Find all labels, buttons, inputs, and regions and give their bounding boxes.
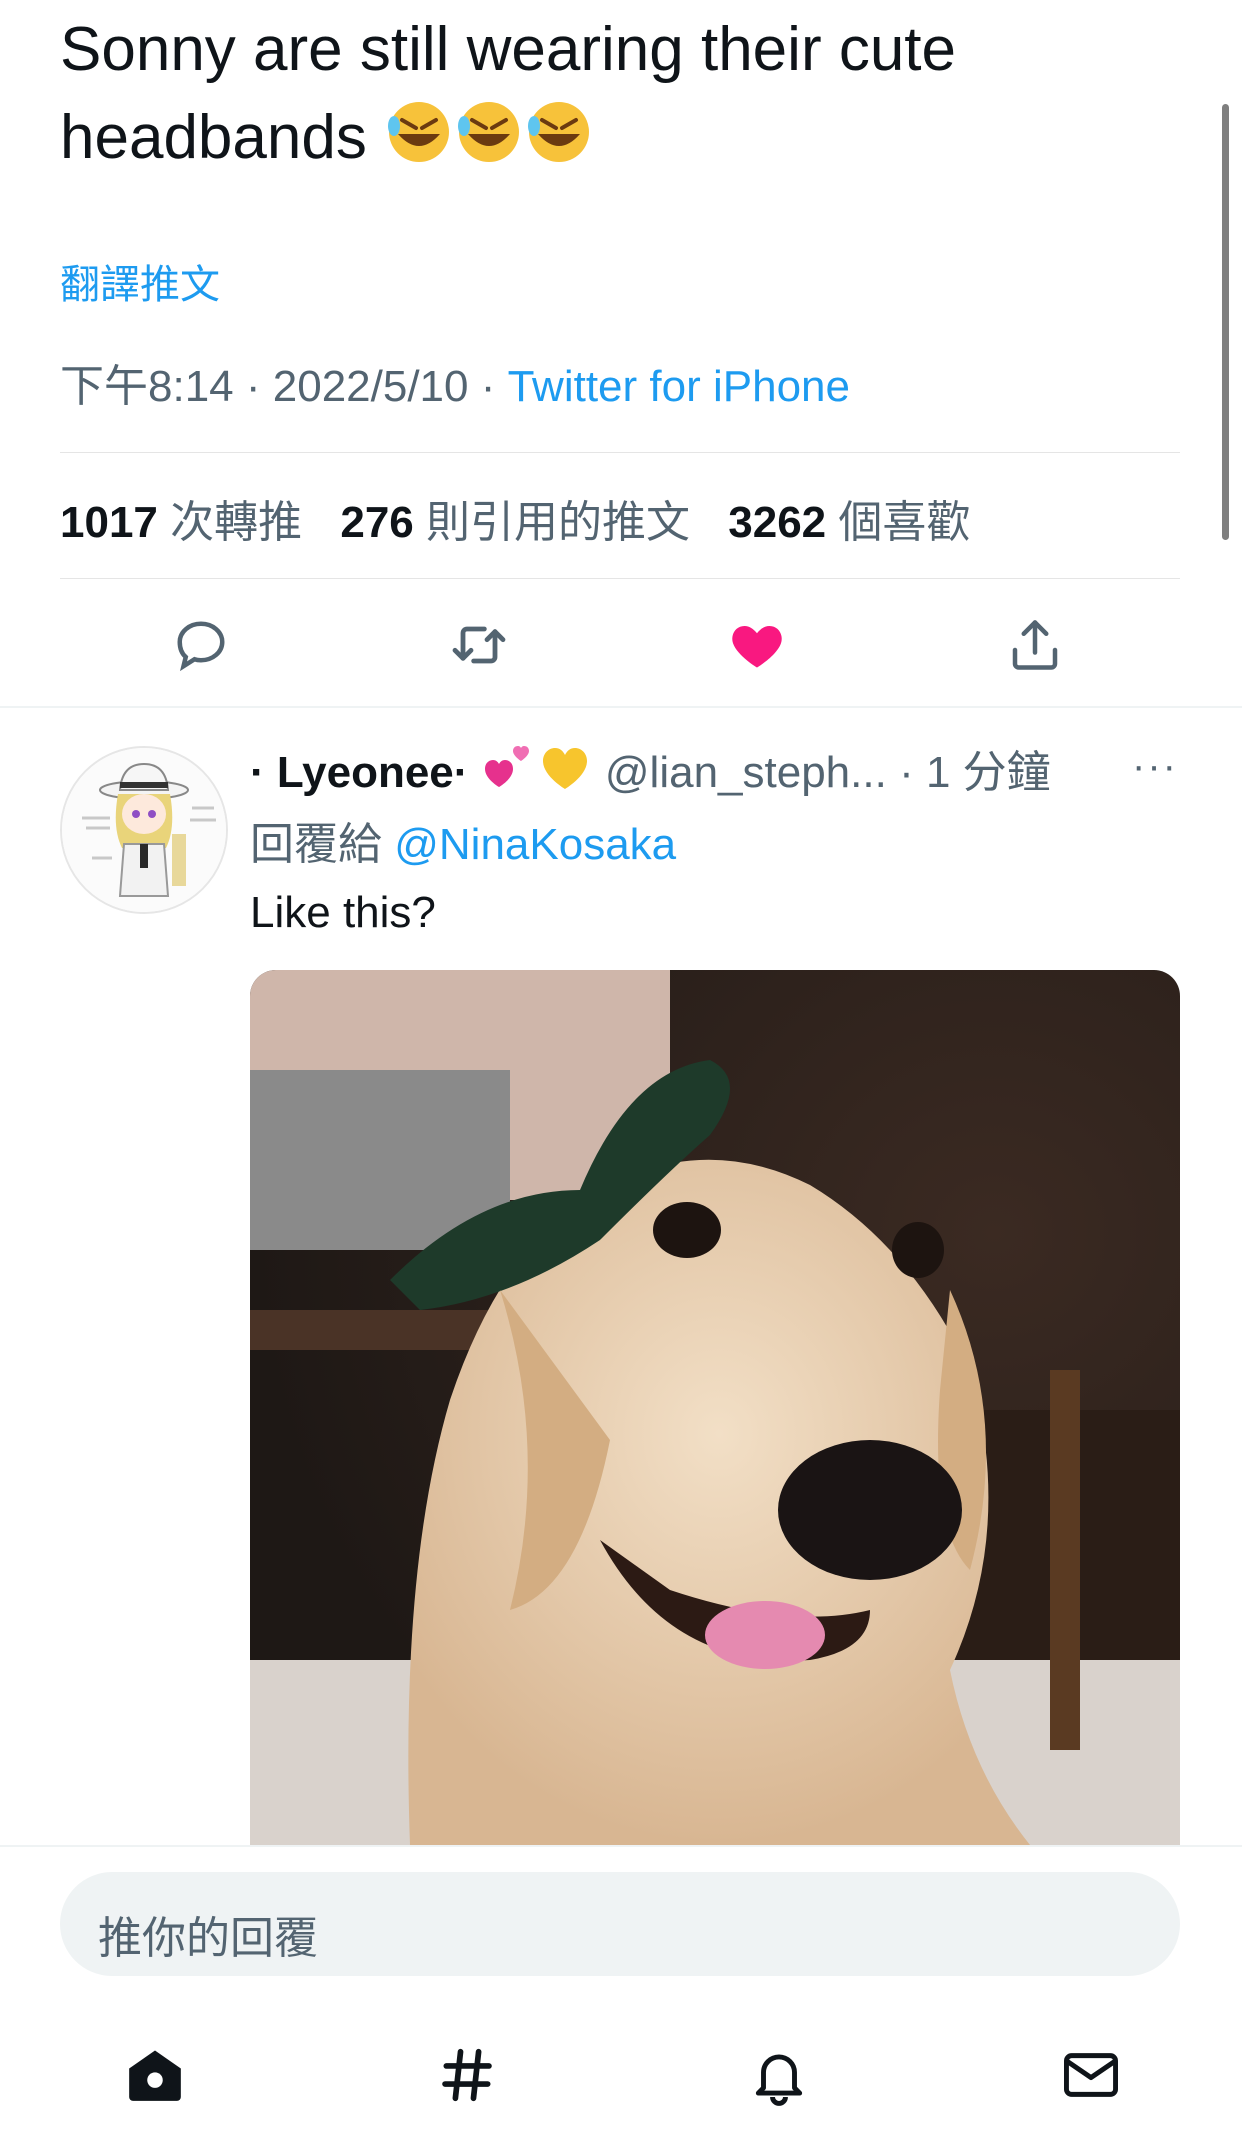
nav-notifications[interactable] xyxy=(744,2040,814,2110)
tweet-time: 下午8:14 xyxy=(60,362,234,411)
likes-stat[interactable]: 3262 個喜歡 xyxy=(728,498,970,547)
quotes-stat[interactable]: 276 則引用的推文 xyxy=(340,498,690,547)
reply-time: 1 分鐘 xyxy=(925,748,1051,797)
like-button[interactable] xyxy=(722,610,792,680)
messages-icon xyxy=(1064,2053,1118,2097)
rofl-emoji xyxy=(384,96,454,190)
replying-to: 回覆給 @NinaKosaka xyxy=(250,820,677,869)
more-options-button[interactable]: ··· xyxy=(1132,744,1178,789)
two-hearts-emoji xyxy=(481,739,537,806)
share-icon xyxy=(1012,620,1058,670)
share-button[interactable] xyxy=(1000,610,1070,680)
home-icon xyxy=(129,2050,181,2101)
notifications-icon xyxy=(755,2054,803,2106)
reply-photo[interactable] xyxy=(250,970,1180,1845)
section-divider xyxy=(0,706,1242,708)
retweet-button[interactable] xyxy=(444,610,514,680)
translate-tweet-link[interactable]: 翻譯推文 xyxy=(60,252,220,310)
reply-text: Like this? xyxy=(250,888,436,937)
reply-author-name[interactable]: · Lyeonee· xyxy=(250,748,468,797)
reply-composer-input[interactable]: 推你的回覆 xyxy=(60,1872,1180,1976)
divider xyxy=(60,452,1180,453)
reply-author-handle[interactable]: @lian_steph... xyxy=(605,748,887,797)
tweet-meta: 下午8:14 · 2022/5/10 · Twitter for iPhone xyxy=(60,362,850,411)
nav-home[interactable] xyxy=(120,2040,190,2110)
mention-link[interactable]: @NinaKosaka xyxy=(394,820,676,869)
reply-icon xyxy=(177,621,225,672)
retweet-icon xyxy=(452,626,506,664)
tweet-stats: 1017 次轉推 276 則引用的推文 3262 個喜歡 xyxy=(60,486,996,550)
rofl-emoji xyxy=(524,96,594,190)
nav-explore[interactable] xyxy=(432,2040,502,2110)
nav-messages[interactable] xyxy=(1056,2040,1126,2110)
scrollbar[interactable] xyxy=(1222,104,1229,540)
reply-button[interactable] xyxy=(166,610,236,680)
tweet-text: Sonny are still wearing their cute headb… xyxy=(60,6,1180,190)
rofl-emoji xyxy=(454,96,524,190)
reply-header: · Lyeonee· @lian_steph... · 1 分鐘 xyxy=(250,736,1051,806)
divider xyxy=(60,578,1180,579)
yellow-heart-emoji xyxy=(537,739,593,806)
heart-filled-icon xyxy=(732,626,782,668)
retweets-stat[interactable]: 1017 次轉推 xyxy=(60,498,302,547)
explore-icon xyxy=(442,2048,492,2102)
composer-placeholder: 推你的回覆 xyxy=(98,1914,318,1963)
tweet-source-link[interactable]: Twitter for iPhone xyxy=(508,362,850,411)
tweet-date: 2022/5/10 xyxy=(272,362,469,411)
reply-avatar[interactable] xyxy=(60,746,228,914)
